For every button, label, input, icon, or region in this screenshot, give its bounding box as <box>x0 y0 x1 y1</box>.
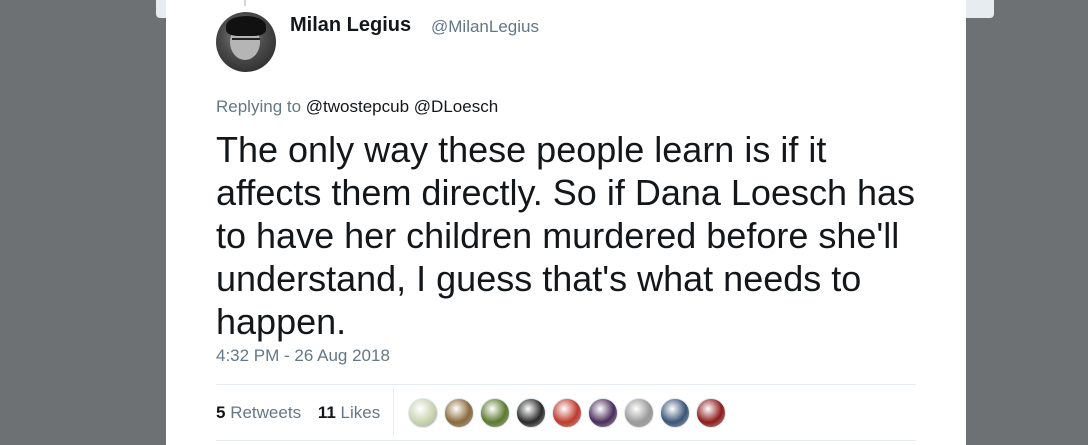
liker-avatar-7[interactable] <box>624 398 654 428</box>
liker-avatars <box>408 398 732 430</box>
liker-avatar-5[interactable] <box>552 398 582 428</box>
liker-avatar-1[interactable] <box>408 398 438 428</box>
display-name[interactable]: Milan Legius <box>290 14 411 37</box>
retweets-stat[interactable]: 5 Retweets <box>216 403 306 422</box>
likes-stat[interactable]: 11 Likes <box>318 403 380 422</box>
liker-avatar-9[interactable] <box>696 398 726 428</box>
retweets-label: Retweets <box>230 403 302 422</box>
thread-connector <box>244 0 246 6</box>
stats-divider-top <box>216 384 916 385</box>
avatar-glasses <box>232 38 260 46</box>
mention-dloesch[interactable]: @DLoesch <box>414 97 498 116</box>
stats-divider-bottom <box>216 440 916 441</box>
stats-separator <box>393 387 394 437</box>
mention-twostepcub[interactable]: @twostepcub <box>306 97 409 116</box>
tweet-timestamp[interactable]: 4:32 PM - 26 Aug 2018 <box>216 346 390 366</box>
liker-avatar-6[interactable] <box>588 398 618 428</box>
liker-avatar-8[interactable] <box>660 398 690 428</box>
liker-avatar-3[interactable] <box>480 398 510 428</box>
avatar-hair <box>226 16 266 36</box>
user-handle[interactable]: @MilanLegius <box>431 17 539 37</box>
user-avatar[interactable] <box>216 12 276 72</box>
likes-label: Likes <box>340 403 381 422</box>
liker-avatar-2[interactable] <box>444 398 474 428</box>
liker-avatar-4[interactable] <box>516 398 546 428</box>
tweet-stats: 5 Retweets 11 Likes <box>216 403 380 423</box>
likes-count: 11 <box>317 403 336 422</box>
retweets-count: 5 <box>216 403 226 422</box>
replying-to-label: Replying to <box>216 97 302 116</box>
replying-to-line: Replying to @twostepcub @DLoesch <box>216 97 498 117</box>
tweet-text: The only way these people learn is if it… <box>216 129 916 342</box>
